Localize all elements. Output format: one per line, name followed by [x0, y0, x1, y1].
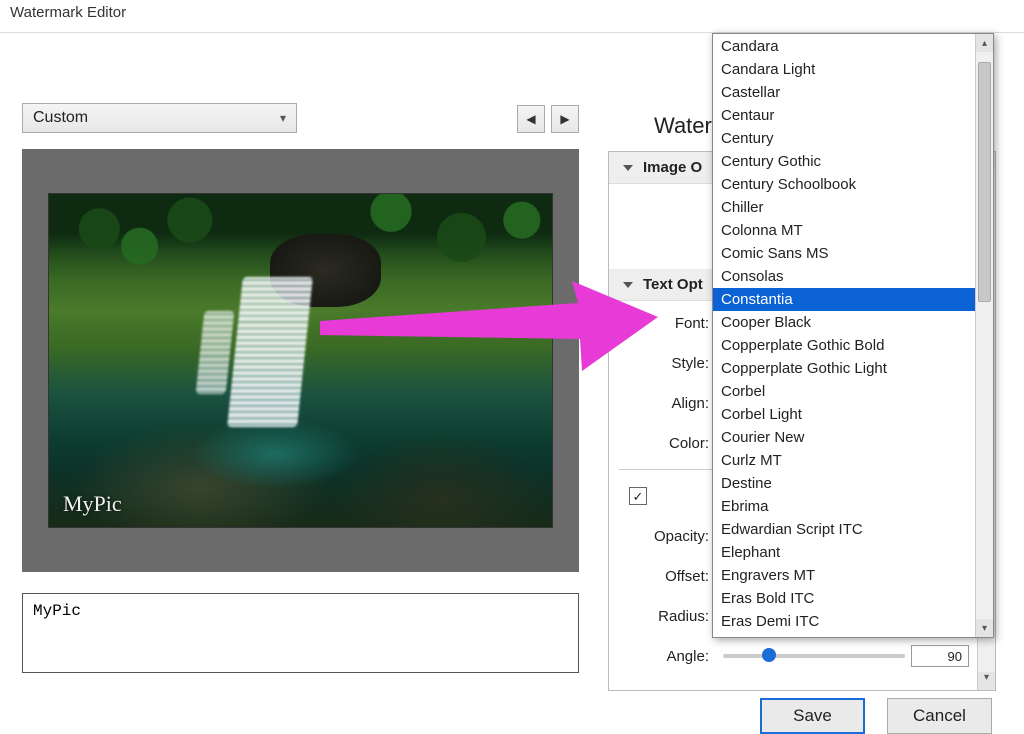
font-option[interactable]: Consolas: [713, 265, 975, 288]
preview-image: MyPic: [48, 193, 553, 528]
font-option[interactable]: Corbel: [713, 380, 975, 403]
font-dropdown-scrollbar[interactable]: ▴ ▾: [975, 34, 993, 637]
watermark-text-input[interactable]: [22, 593, 579, 673]
font-option[interactable]: Courier New: [713, 426, 975, 449]
prev-image-button[interactable]: ◀: [517, 105, 545, 133]
angle-value[interactable]: 90: [911, 645, 969, 667]
font-option[interactable]: Elephant: [713, 541, 975, 564]
scroll-down-icon[interactable]: ▾: [978, 672, 995, 690]
window-title: Watermark Editor: [0, 0, 1024, 28]
font-option[interactable]: Engravers MT: [713, 564, 975, 587]
color-label: Color:: [619, 435, 709, 452]
scroll-up-icon[interactable]: ▴: [976, 34, 993, 52]
font-option[interactable]: Edwardian Script ITC: [713, 518, 975, 541]
font-dropdown-list[interactable]: CandaraCandara LightCastellarCentaurCent…: [712, 33, 994, 638]
angle-slider[interactable]: [723, 654, 905, 658]
font-option[interactable]: Candara Light: [713, 58, 975, 81]
style-label: Style:: [619, 355, 709, 372]
font-option[interactable]: Chiller: [713, 196, 975, 219]
font-option[interactable]: Copperplate Gothic Bold: [713, 334, 975, 357]
font-option[interactable]: Candara: [713, 35, 975, 58]
save-button[interactable]: Save: [760, 698, 865, 734]
scroll-down-icon[interactable]: ▾: [976, 619, 993, 637]
font-option[interactable]: Century Schoolbook: [713, 173, 975, 196]
font-option[interactable]: Constantia: [713, 288, 975, 311]
font-option[interactable]: Comic Sans MS: [713, 242, 975, 265]
font-option[interactable]: Centaur: [713, 104, 975, 127]
preview-frame: MyPic: [22, 149, 579, 572]
font-option[interactable]: Eras Demi ITC: [713, 610, 975, 633]
font-option[interactable]: Eras Bold ITC: [713, 587, 975, 610]
scrollbar-thumb[interactable]: [978, 62, 991, 302]
font-option[interactable]: Curlz MT: [713, 449, 975, 472]
offset-label: Offset:: [619, 568, 709, 585]
angle-label: Angle:: [619, 648, 709, 665]
font-option[interactable]: Century Gothic: [713, 150, 975, 173]
font-option[interactable]: Copperplate Gothic Light: [713, 357, 975, 380]
shadow-checkbox[interactable]: ✓: [629, 487, 647, 505]
align-label: Align:: [619, 395, 709, 412]
font-option[interactable]: Century: [713, 127, 975, 150]
font-option[interactable]: Ebrima: [713, 495, 975, 518]
cancel-button[interactable]: Cancel: [887, 698, 992, 734]
next-image-button[interactable]: ▶: [551, 105, 579, 133]
preset-dropdown[interactable]: Custom ▾: [22, 103, 297, 133]
font-option[interactable]: Cooper Black: [713, 311, 975, 334]
angle-slider-thumb[interactable]: [762, 648, 776, 662]
font-option[interactable]: Castellar: [713, 81, 975, 104]
font-option[interactable]: Colonna MT: [713, 219, 975, 242]
font-option[interactable]: Corbel Light: [713, 403, 975, 426]
font-option[interactable]: Destine: [713, 472, 975, 495]
radius-label: Radius:: [619, 608, 709, 625]
font-label: Font:: [619, 315, 709, 332]
chevron-down-icon: ▾: [280, 111, 286, 125]
opacity-label: Opacity:: [619, 528, 709, 545]
preset-dropdown-value: Custom: [33, 109, 88, 127]
watermark-overlay: MyPic: [63, 491, 122, 517]
